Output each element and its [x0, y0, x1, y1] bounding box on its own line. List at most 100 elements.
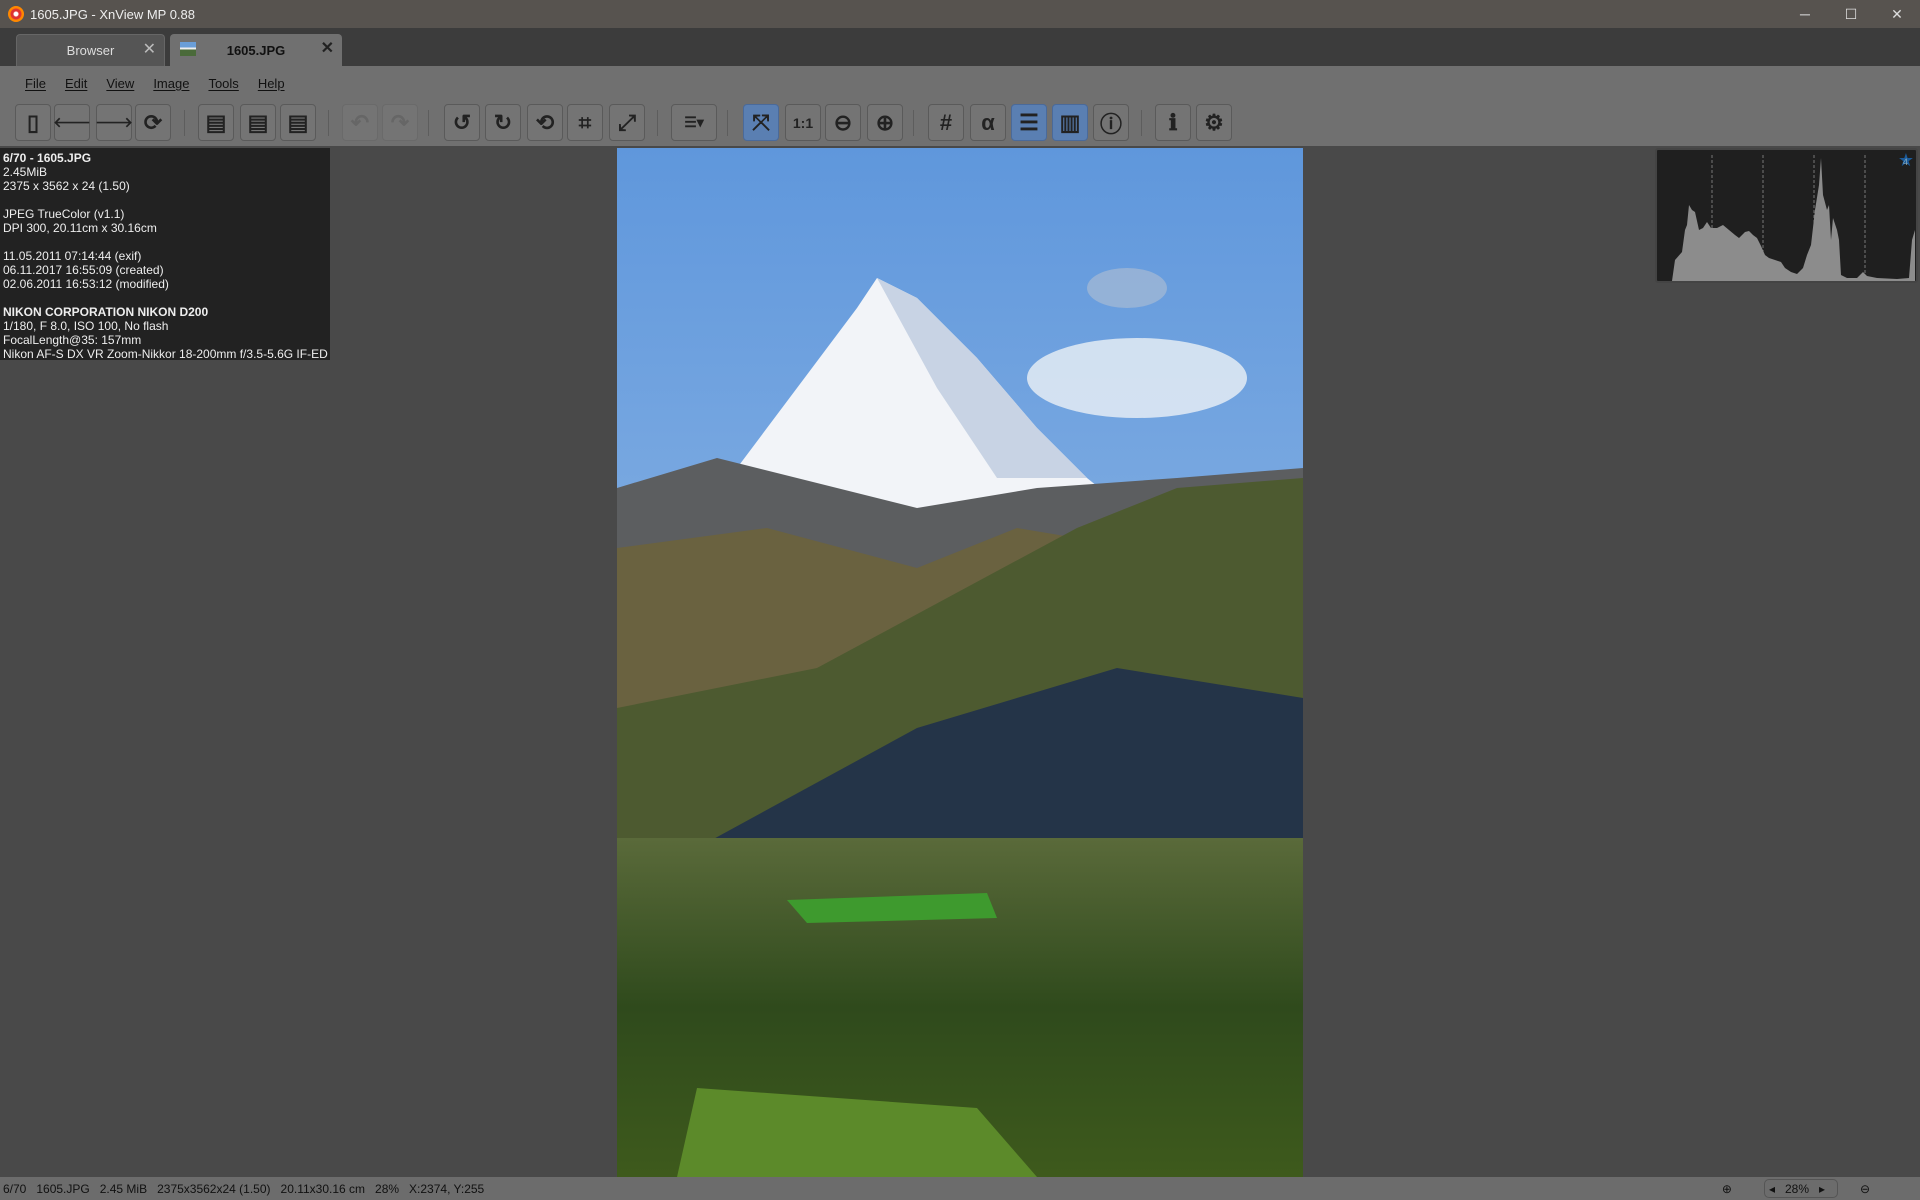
- menu-file[interactable]: File: [25, 76, 46, 91]
- auto-rotate-button[interactable]: ⟲: [527, 104, 563, 141]
- zoom-decrease-icon[interactable]: ◂: [1769, 1182, 1775, 1196]
- undo-icon: ↶: [350, 109, 370, 135]
- tab-image[interactable]: 1605.JPG ✕: [170, 34, 342, 66]
- save-as-icon: ▤: [247, 109, 269, 135]
- histogram-button[interactable]: ▥: [1052, 104, 1088, 141]
- zoom-increase-icon[interactable]: ▸: [1819, 1182, 1825, 1196]
- adjust-icon: ☰▾: [684, 114, 704, 130]
- menu-view[interactable]: View: [106, 76, 134, 91]
- info-line: [3, 193, 327, 207]
- status-bar: 6/70 1605.JPG 2.45 MiB 2375x3562x24 (1.5…: [0, 1177, 1920, 1200]
- rating-value: 4: [1902, 157, 1908, 167]
- histogram-icon: ▥: [1059, 109, 1081, 135]
- grid-button[interactable]: #: [928, 104, 964, 141]
- status-cursor: X:2374, Y:255: [409, 1181, 485, 1196]
- zoom-out-icon[interactable]: ⊖: [1860, 1182, 1870, 1196]
- save-icon: ▤: [205, 109, 227, 135]
- auto-rotate-icon: ⟲: [535, 109, 555, 135]
- histogram-chart: [1672, 155, 1915, 281]
- alpha-icon: α: [981, 109, 995, 135]
- settings-icon: ⚙: [1204, 109, 1224, 135]
- export-icon: ▤: [287, 109, 309, 135]
- info-button[interactable]: ℹ: [1155, 104, 1191, 141]
- settings-button[interactable]: ⚙: [1196, 104, 1232, 141]
- rotate-left-icon: ↺: [452, 109, 472, 135]
- image-canvas[interactable]: [617, 148, 1303, 1177]
- grid-icon: #: [939, 109, 953, 135]
- image-thumbnail-icon: [180, 42, 196, 56]
- close-tab-icon[interactable]: ✕: [321, 38, 334, 58]
- browser-icon: ▯: [26, 109, 40, 135]
- rotate-right-button[interactable]: ↻: [485, 104, 521, 141]
- actual-size-button[interactable]: 1:1: [785, 104, 821, 141]
- fit-window-button[interactable]: ⤧: [743, 104, 779, 141]
- tab-label: Browser: [66, 43, 115, 58]
- maximize-button[interactable]: ☐: [1828, 0, 1874, 28]
- arrow-right-icon: 🡒: [95, 114, 133, 130]
- tab-browser[interactable]: Browser ✕: [16, 34, 165, 66]
- export-button[interactable]: ▤: [280, 104, 316, 141]
- resize-button[interactable]: ⤢: [609, 104, 645, 141]
- xnview-logo-icon: [8, 6, 24, 22]
- info-line: DPI 300, 20.11cm x 30.16cm: [3, 221, 157, 235]
- redo-button[interactable]: ↷: [382, 104, 418, 141]
- zoom-in-button[interactable]: ⊕: [867, 104, 903, 141]
- info-line: 06.11.2017 16:55:09 (created): [3, 263, 164, 277]
- save-button[interactable]: ▤: [198, 104, 234, 141]
- arrow-left-icon: 🡐: [53, 114, 91, 130]
- info-line: Nikon AF-S DX VR Zoom-Nikkor 18-200mm f/…: [3, 347, 328, 361]
- crop-icon: ⌗: [578, 109, 592, 135]
- zoom-control: ⊕ ◂ 28% ▸ ⊖: [1722, 1179, 1880, 1198]
- info-overlay-button[interactable]: ☰: [1011, 104, 1047, 141]
- resize-icon: ⤢: [618, 109, 636, 135]
- rating-star-icon[interactable]: ★ 4: [1898, 151, 1914, 169]
- zoom-out-button[interactable]: ⊖: [825, 104, 861, 141]
- zoom-in-icon[interactable]: ⊕: [1722, 1182, 1732, 1196]
- info-line: [3, 291, 327, 305]
- status-filesize: 2.45 MiB: [99, 1181, 148, 1196]
- adjust-button[interactable]: ☰▾: [671, 104, 717, 141]
- arrow-right-button[interactable]: 🡒: [95, 104, 133, 141]
- close-button[interactable]: ✕: [1874, 0, 1920, 28]
- toolbar-separator: [184, 110, 185, 136]
- status-print-size: 20.11x30.16 cm: [280, 1181, 366, 1196]
- info-line: [3, 235, 327, 249]
- info-line: JPEG TrueColor (v1.1): [3, 207, 125, 221]
- close-tab-icon[interactable]: ✕: [143, 39, 156, 59]
- menu-edit[interactable]: Edit: [65, 76, 87, 91]
- arrow-left-button[interactable]: 🡐: [53, 104, 91, 141]
- save-as-button[interactable]: ▤: [240, 104, 276, 141]
- info-line: 2375 x 3562 x 24 (1.50): [3, 179, 130, 193]
- zoom-level-stepper[interactable]: ◂ 28% ▸: [1763, 1179, 1838, 1198]
- properties-button[interactable]: ⓘ: [1093, 104, 1129, 141]
- fit-window-icon: ⤧: [752, 109, 770, 135]
- info-overlay-icon: ☰: [1019, 109, 1039, 135]
- crop-button[interactable]: ⌗: [567, 104, 603, 141]
- toolbar-separator: [428, 110, 429, 136]
- status-dimensions: 2375x3562x24 (1.50): [157, 1181, 271, 1196]
- refresh-icon: ⟳: [143, 109, 163, 135]
- menu-image[interactable]: Image: [153, 76, 189, 91]
- image-viewer[interactable]: 6/70 - 1605.JPG 2.45MiB 2375 x 3562 x 24 (…: [0, 146, 1920, 1177]
- properties-icon: ⓘ: [1099, 111, 1122, 137]
- alpha-button[interactable]: α: [970, 104, 1006, 141]
- toolbar-separator: [727, 110, 728, 136]
- info-line: 02.06.2011 16:53:12 (modified): [3, 277, 169, 291]
- browser-button[interactable]: ▯: [15, 104, 51, 141]
- info-line: 6/70 - 1605.JPG: [3, 151, 92, 165]
- status-index: 6/70: [3, 1181, 27, 1196]
- rotate-right-icon: ↻: [493, 109, 513, 135]
- minimize-button[interactable]: ─: [1782, 0, 1828, 28]
- redo-icon: ↷: [390, 109, 410, 135]
- info-line: 1/180, F 8.0, ISO 100, No flash: [3, 319, 169, 333]
- actual-size-icon: 1:1: [792, 114, 814, 131]
- info-overlay: 6/70 - 1605.JPG 2.45MiB 2375 x 3562 x 24 (…: [0, 148, 330, 361]
- refresh-button[interactable]: ⟳: [135, 104, 171, 141]
- zoom-in-icon: ⊕: [875, 109, 895, 135]
- rotate-left-button[interactable]: ↺: [444, 104, 480, 141]
- tab-bar: Browser ✕ 1605.JPG ✕: [0, 28, 1920, 66]
- menu-tools[interactable]: Tools: [208, 76, 238, 91]
- menu-help[interactable]: Help: [258, 76, 285, 91]
- menu-bar: File Edit View Image Tools Help: [0, 66, 1920, 100]
- undo-button[interactable]: ↶: [342, 104, 378, 141]
